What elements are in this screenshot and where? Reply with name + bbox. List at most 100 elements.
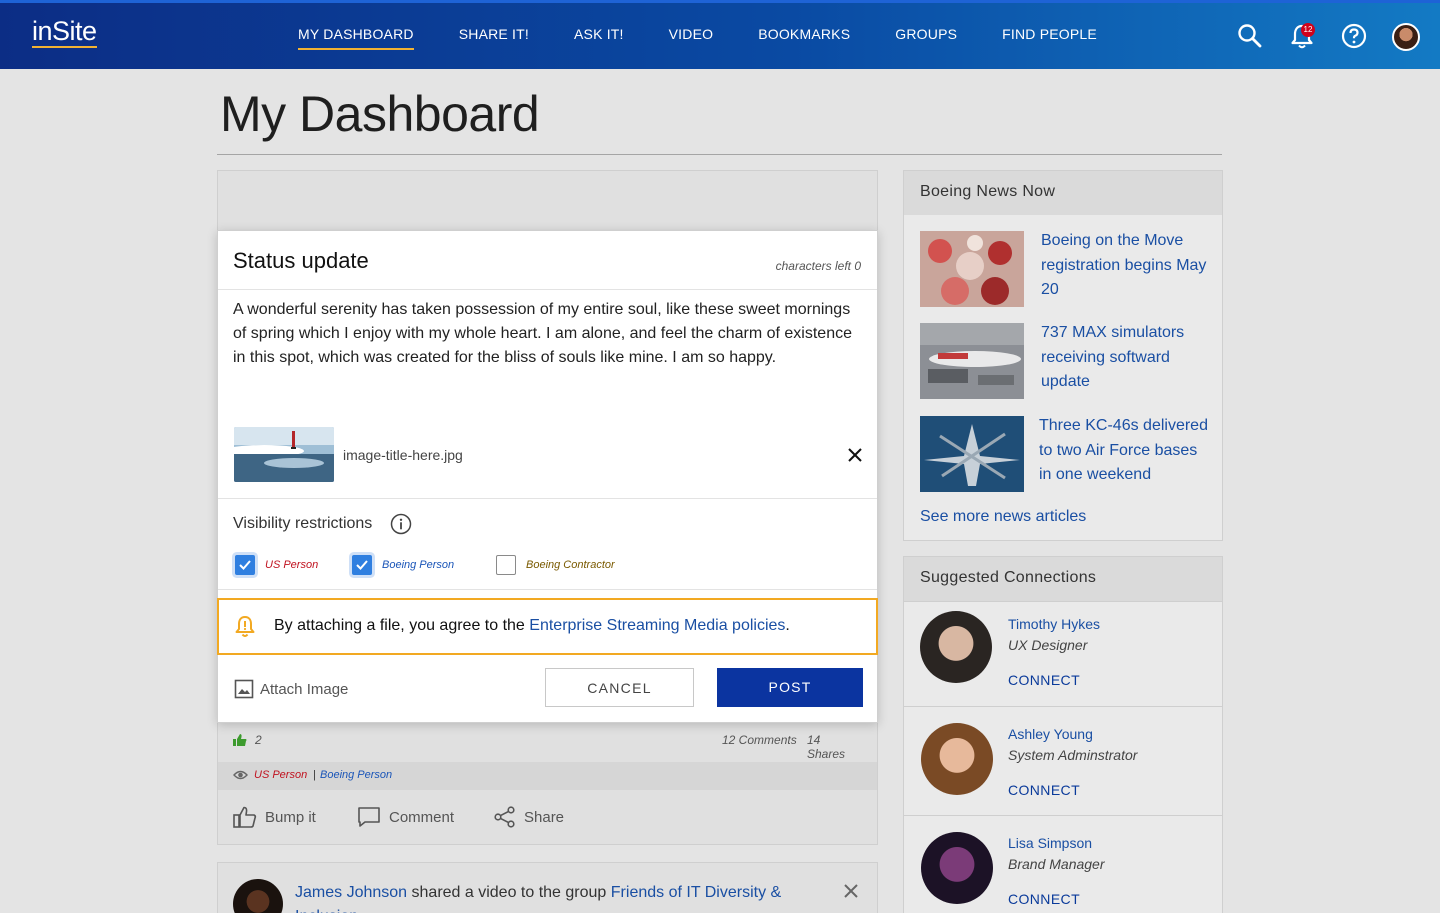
nav-share-it[interactable]: SHARE IT! <box>459 25 529 50</box>
search-icon[interactable] <box>1236 22 1264 50</box>
checkbox-boeing-contractor[interactable]: Boeing Contractor <box>496 555 615 575</box>
news-thumbnail <box>920 323 1024 399</box>
news-item[interactable]: Boeing on the Move registration begins M… <box>920 231 1210 307</box>
visibility-us-person: US Person <box>254 769 308 781</box>
shares-count[interactable]: 14 Shares <box>807 733 861 761</box>
news-title[interactable]: 737 MAX simulators receiving softward up… <box>1041 321 1213 395</box>
notice-prefix: By attaching a file, you agree to the <box>274 617 530 634</box>
checkbox-label: US Person <box>265 559 319 571</box>
close-icon[interactable] <box>843 883 859 899</box>
thumbs-up-icon[interactable] <box>233 733 247 747</box>
connection-role: Brand Manager <box>1008 856 1105 872</box>
attachment-thumbnail <box>234 427 334 482</box>
connection-role: System Adminstrator <box>1008 747 1138 763</box>
checkbox-checked[interactable] <box>235 555 255 575</box>
news-title[interactable]: Boeing on the Move registration begins M… <box>1041 229 1213 303</box>
nav-bookmarks[interactable]: BOOKMARKS <box>758 25 850 50</box>
checkbox-unchecked[interactable] <box>496 555 516 575</box>
news-thumbnail <box>920 416 1024 492</box>
checkbox-boeing-person[interactable]: Boeing Person <box>352 555 454 575</box>
policy-notice: By attaching a file, you agree to the En… <box>217 598 878 655</box>
policies-link[interactable]: Enterprise Streaming Media policies <box>529 617 785 634</box>
feed-post-card: James Johnson shared a video to the grou… <box>217 862 878 913</box>
connect-button[interactable]: CONNECT <box>1008 672 1080 688</box>
news-thumbnail <box>920 231 1024 307</box>
main-nav: MY DASHBOARD SHARE IT! ASK IT! VIDEO BOO… <box>298 25 1142 50</box>
comment-button[interactable]: Comment <box>357 806 454 828</box>
connection-item: Ashley Young System Adminstrator CONNECT <box>904 706 1222 815</box>
connection-name[interactable]: Lisa Simpson <box>1008 835 1092 851</box>
connection-name[interactable]: Ashley Young <box>1008 726 1093 742</box>
connection-item: Lisa Simpson Brand Manager CONNECT <box>904 815 1222 913</box>
visibility-separator: | <box>313 769 316 781</box>
connect-button[interactable]: CONNECT <box>1008 891 1080 907</box>
image-icon <box>234 679 254 699</box>
news-heading: Boeing News Now <box>904 171 1222 215</box>
app-logo[interactable]: inSite <box>32 17 97 48</box>
see-more-news-link[interactable]: See more news articles <box>920 508 1086 526</box>
news-item[interactable]: Three KC-46s delivered to two Air Force … <box>920 416 1210 492</box>
comments-count[interactable]: 12 Comments <box>722 733 797 747</box>
connection-avatar[interactable] <box>920 611 992 683</box>
title-divider <box>217 154 1222 155</box>
cancel-button[interactable]: CANCEL <box>545 668 694 707</box>
bump-it-label: Bump it <box>265 808 316 826</box>
share-button[interactable]: Share <box>494 806 564 828</box>
post-author-avatar[interactable] <box>233 879 283 913</box>
characters-left: characters left 0 <box>775 259 861 273</box>
connection-role: UX Designer <box>1008 637 1088 653</box>
post-author-name[interactable]: James Johnson <box>295 884 407 901</box>
comment-label: Comment <box>389 808 455 826</box>
post-header-text: James Johnson shared a video to the grou… <box>295 881 815 913</box>
share-label: Share <box>524 808 565 826</box>
post-action-text: shared a video to the group <box>411 884 607 901</box>
notification-badge: 12 <box>1301 23 1315 37</box>
nav-find-people[interactable]: FIND PEOPLE <box>1002 25 1097 50</box>
bump-it-button[interactable]: Bump it <box>233 806 316 828</box>
visibility-restrictions-label: Visibility restrictions <box>233 515 373 532</box>
user-avatar[interactable] <box>1392 23 1420 51</box>
connections-heading: Suggested Connections <box>904 557 1222 601</box>
modal-header: Status update characters left 0 <box>218 231 877 290</box>
remove-attachment-close-icon[interactable] <box>844 444 866 466</box>
post-reactions-row: 2 12 Comments 14 Shares <box>233 732 861 761</box>
top-navigation-bar: inSite MY DASHBOARD SHARE IT! ASK IT! VI… <box>0 0 1440 69</box>
connection-avatar[interactable] <box>921 832 993 904</box>
share-icon <box>494 806 515 828</box>
checkbox-label: Boeing Contractor <box>526 559 615 571</box>
connection-name[interactable]: Timothy Hykes <box>1008 616 1100 632</box>
checkbox-label: Boeing Person <box>382 559 455 571</box>
checkbox-us-person[interactable]: US Person <box>235 555 318 575</box>
suggested-connections-card: Suggested Connections Timothy Hykes UX D… <box>903 556 1223 913</box>
news-title[interactable]: Three KC-46s delivered to two Air Force … <box>1039 414 1211 488</box>
connect-button[interactable]: CONNECT <box>1008 782 1080 798</box>
post-button[interactable]: POST <box>717 668 863 707</box>
attachment-filename: image-title-here.jpg <box>343 447 463 463</box>
news-item[interactable]: 737 MAX simulators receiving softward up… <box>920 323 1210 399</box>
notice-suffix: . <box>785 617 790 634</box>
thumbs-up-outline-icon <box>233 806 257 828</box>
divider <box>218 589 877 590</box>
checkbox-checked[interactable] <box>352 555 372 575</box>
status-update-modal: Status update characters left 0 A wonder… <box>217 230 878 723</box>
modal-title: Status update <box>233 248 369 273</box>
checkmark-icon <box>239 560 251 570</box>
post-visibility-row: US Person | Boeing Person <box>218 762 877 790</box>
nav-my-dashboard[interactable]: MY DASHBOARD <box>298 25 414 50</box>
nav-video[interactable]: VIDEO <box>669 25 714 50</box>
page-title: My Dashboard <box>220 86 540 142</box>
eye-icon <box>233 770 248 780</box>
attach-image-button[interactable]: Attach Image <box>234 679 348 699</box>
attachment-row: image-title-here.jpg <box>218 425 877 499</box>
news-card: Boeing News Now Boeing on the Move regis… <box>903 170 1223 541</box>
info-icon[interactable] <box>390 513 412 535</box>
notice-text: By attaching a file, you agree to the En… <box>274 617 790 635</box>
connection-item: Timothy Hykes UX Designer CONNECT <box>904 601 1222 710</box>
help-icon[interactable] <box>1340 22 1368 50</box>
comment-icon <box>358 807 380 827</box>
nav-ask-it[interactable]: ASK IT! <box>574 25 624 50</box>
status-text-area[interactable]: A wonderful serenity has taken possessio… <box>233 298 863 370</box>
like-count: 2 <box>255 733 262 747</box>
connection-avatar[interactable] <box>921 723 993 795</box>
nav-groups[interactable]: GROUPS <box>895 25 957 50</box>
